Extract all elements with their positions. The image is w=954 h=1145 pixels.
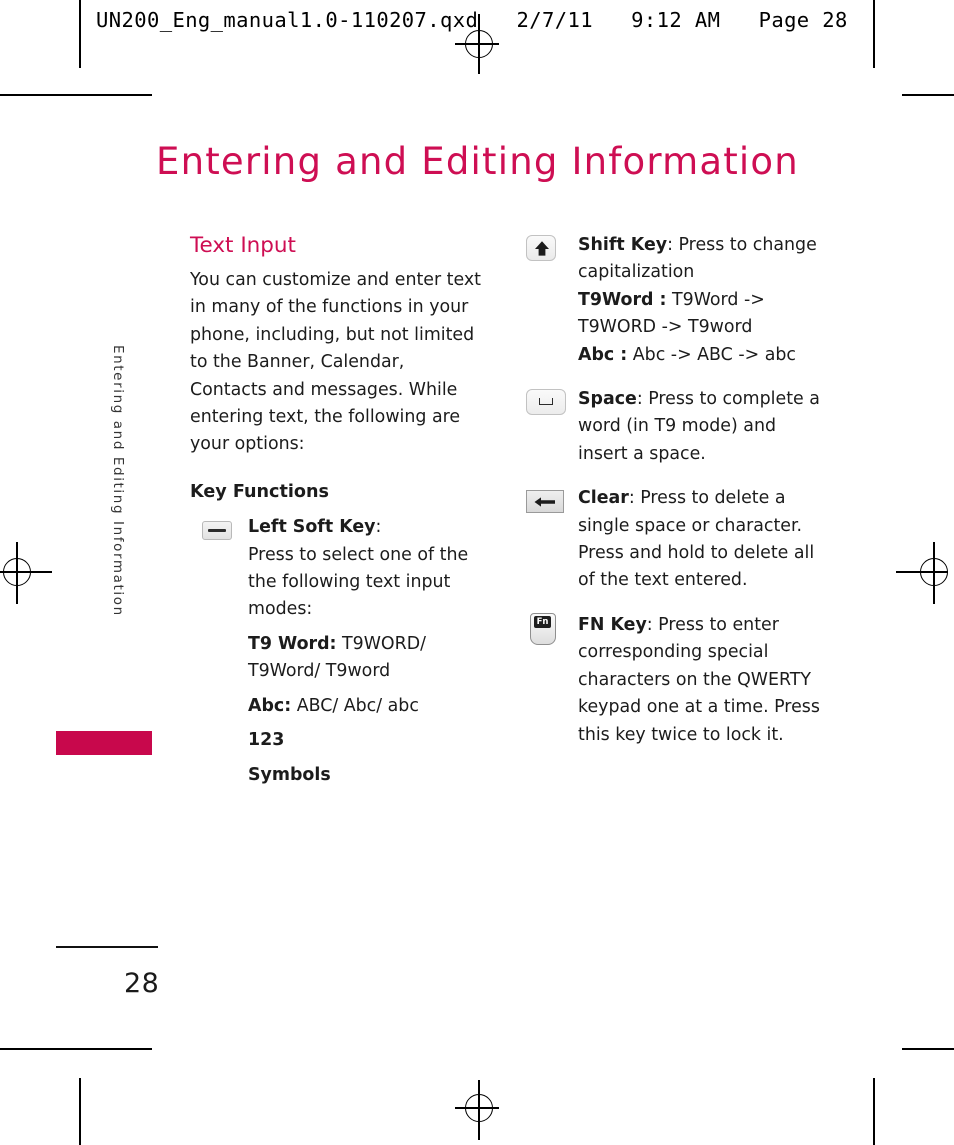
fn-key-main-line: FN Key: Press to enter corresponding spe… [578, 612, 830, 749]
space-key-text: Space: Press to complete a word (in T9 m… [578, 386, 830, 468]
mode-label-3: Symbols [248, 764, 331, 785]
left-soft-key-label: Left Soft Key [248, 517, 376, 538]
shift-mode-value-1: Abc -> ABC -> abc [627, 344, 796, 365]
mode-label-1: Abc: [248, 695, 292, 716]
key-entry-left-soft-key: Left Soft Key: Press to select one of th… [190, 514, 482, 789]
fn-key-text: FN Key: Press to enter corresponding spe… [578, 612, 830, 749]
left-soft-key-label-line: Left Soft Key: [248, 514, 482, 541]
key-entry-fn-key: Fn FN Key: Press to enter corresponding … [518, 612, 830, 749]
crop-mark-bottom-left-horizontal [0, 1048, 152, 1050]
shift-key-label: Shift Key [578, 235, 668, 255]
vertical-running-head: Entering and Editing Information [110, 345, 126, 617]
shift-mode-label-0: T9Word : [578, 289, 667, 310]
mode-label-0: T9 Word: [248, 633, 337, 654]
registration-mark-bottom [455, 1080, 499, 1140]
mode-line-2: 123 [248, 727, 482, 754]
clear-key-main-line: Clear: Press to delete a single space or… [578, 485, 830, 595]
space-key-main-line: Space: Press to complete a word (in T9 m… [578, 386, 830, 468]
crop-mark-top-right-horizontal [902, 94, 954, 96]
crop-mark-bottom-right-horizontal [902, 1048, 954, 1050]
fn-key-label: FN Key [578, 614, 647, 635]
crop-mark-bottom-left-vertical [79, 1078, 81, 1145]
page-number: 28 [124, 968, 160, 999]
registration-mark-left [0, 542, 60, 604]
print-file-header: UN200_Eng_manual1.0-110207.qxd 2/7/11 9:… [96, 8, 848, 32]
shift-mode-label-1: Abc : [578, 344, 628, 365]
crop-mark-top-left-horizontal [0, 94, 152, 96]
key-entry-space-key: Space: Press to complete a word (in T9 m… [518, 386, 830, 468]
shift-key-text: Shift Key: Press to change capitalizatio… [578, 232, 830, 369]
shift-mode-line-1: Abc : Abc -> ABC -> abc [578, 342, 830, 369]
space-key-icon [526, 389, 566, 416]
chapter-tab-marker [56, 731, 152, 755]
clear-key-icon [526, 489, 564, 513]
key-entry-shift-key: Shift Key: Press to change capitalizatio… [518, 232, 830, 369]
key-entry-clear-key: Clear: Press to delete a single space or… [518, 485, 830, 595]
registration-mark-right [896, 542, 954, 604]
clear-key-text: Clear: Press to delete a single space or… [578, 485, 830, 595]
clear-key-icon-slot [518, 488, 572, 515]
mode-line-1: Abc: ABC/ Abc/ abc [248, 693, 482, 720]
fn-key-icon-caption: Fn [534, 615, 551, 628]
page-number-rule [56, 946, 158, 948]
mode-line-0: T9 Word: T9WORD/ T9Word/ T9word [248, 631, 482, 686]
right-column: Shift Key: Press to change capitalizatio… [518, 232, 830, 764]
page-title: Entering and Editing Information [156, 140, 799, 183]
mode-value-1: ABC/ Abc/ abc [291, 695, 419, 716]
text-input-intro-paragraph: You can customize and enter text in many… [190, 270, 481, 455]
mode-line-3: Symbols [248, 762, 482, 789]
space-key-label: Space [578, 389, 637, 410]
fn-key-icon-slot: Fn [520, 612, 566, 645]
left-column: Text Input You can customize and enter t… [190, 232, 482, 804]
crop-mark-bottom-right-vertical [873, 1078, 875, 1145]
shift-key-icon [526, 235, 556, 261]
left-soft-key-text: Left Soft Key: Press to select one of th… [248, 514, 482, 789]
mode-label-2: 123 [248, 730, 285, 751]
shift-key-main-line: Shift Key: Press to change capitalizatio… [578, 232, 830, 287]
left-soft-key-description: Press to select one of the the following… [248, 544, 469, 620]
crop-mark-top-right-vertical [873, 0, 875, 68]
fn-key-icon: Fn [530, 612, 556, 645]
space-key-icon-slot [520, 389, 572, 416]
crop-mark-top-left-vertical [79, 0, 81, 68]
section-heading-text-input: Text Input [190, 233, 296, 258]
shift-key-icon-slot [518, 235, 564, 262]
left-soft-key-icon-slot [192, 517, 242, 544]
left-soft-key-icon [202, 520, 232, 540]
key-functions-heading: Key Functions [190, 481, 329, 502]
shift-mode-line-0: T9Word : T9Word -> T9WORD -> T9word [578, 287, 830, 342]
left-soft-key-label-suffix: : [375, 517, 382, 538]
clear-key-label: Clear [578, 488, 629, 509]
